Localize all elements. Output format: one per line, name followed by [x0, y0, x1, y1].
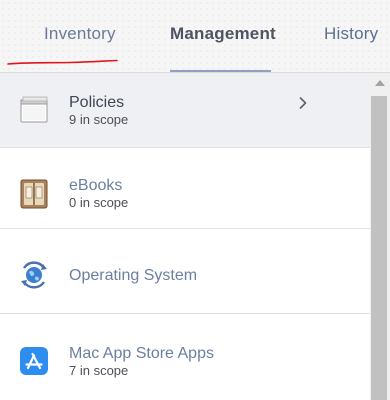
policies-window-icon	[20, 96, 48, 123]
list-item-subtitle: 9 in scope	[69, 112, 129, 127]
chevron-right-icon[interactable]	[298, 96, 308, 110]
list-item-title: Operating System	[69, 267, 198, 284]
tab-inventory[interactable]: Inventory	[44, 24, 116, 44]
management-panel: Inventory Management History Policies 9 …	[0, 0, 390, 400]
operating-system-globe-icon	[21, 261, 47, 289]
active-tab-indicator	[170, 70, 271, 72]
ebook-icon	[20, 179, 48, 209]
scroll-up-arrow-icon[interactable]	[375, 80, 385, 86]
list-item-ebooks[interactable]: eBooks 0 in scope	[0, 148, 370, 229]
tab-management[interactable]: Management	[170, 24, 276, 44]
list-item-mac-app-store-apps[interactable]: Mac App Store Apps 7 in scope	[0, 314, 370, 400]
list-item-subtitle: 0 in scope	[69, 195, 129, 210]
list-item-policies[interactable]: Policies 9 in scope	[0, 73, 370, 148]
tab-bar: Inventory Management History	[0, 0, 390, 73]
list-item-title: Policies	[69, 94, 125, 111]
tab-history[interactable]: History	[324, 24, 378, 44]
list-item-title: eBooks	[69, 177, 123, 194]
scrollbar-thumb[interactable]	[371, 96, 387, 400]
list-item-subtitle: 7 in scope	[69, 363, 129, 378]
list-item-operating-system[interactable]: Operating System	[0, 229, 370, 314]
app-store-icon	[20, 347, 48, 375]
list-item-title: Mac App Store Apps	[69, 345, 214, 362]
